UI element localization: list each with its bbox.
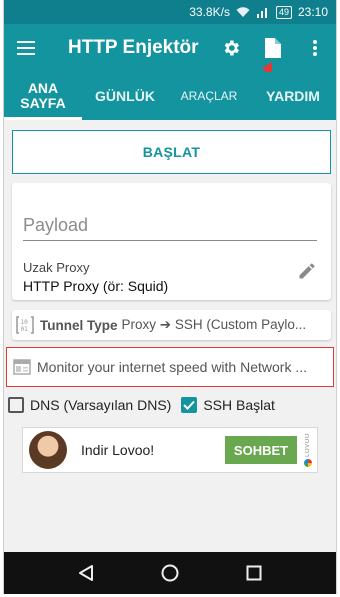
tunnel-type-value: Proxy ➔ SSH (Custom Paylo...: [121, 317, 307, 332]
more-vert-icon[interactable]: [294, 24, 336, 72]
lovoo-logo: LOVOO: [303, 428, 313, 472]
tab-ana-sayfa[interactable]: ANA SAYFA: [4, 72, 82, 120]
tab-gunluk[interactable]: GÜNLÜK: [82, 72, 168, 120]
wifi-icon: [236, 6, 250, 18]
dns-checkbox[interactable]: DNS (Varsayılan DNS): [8, 397, 171, 413]
svg-text:10: 10: [21, 319, 29, 326]
checkbox-checked-icon: [181, 397, 198, 413]
start-button[interactable]: BAŞLAT: [12, 130, 331, 174]
proxy-label: Uzak Proxy: [23, 260, 90, 275]
ad-text: Indir Lovoo!: [81, 442, 155, 458]
tunnel-type-selector[interactable]: 10 01 Tunnel Type Proxy ➔ SSH (Custom Pay…: [12, 310, 331, 340]
phone-screen: 33.8K/s 49 23:10 HTTP Enjektör ANA SAYFA…: [0, 0, 340, 597]
tab-label: SAYFA: [20, 95, 66, 111]
ssh-checkbox[interactable]: SSH Başlat: [181, 397, 275, 413]
banner-icon: [13, 359, 31, 375]
ssh-label: SSH Başlat: [203, 397, 275, 413]
svg-text:01: 01: [21, 326, 29, 333]
tab-araclar[interactable]: ARAÇLAR: [168, 72, 250, 120]
tab-label: ANA: [27, 80, 59, 96]
payload-placeholder: Payload: [23, 215, 89, 235]
menu-icon[interactable]: [4, 24, 48, 72]
options-row: DNS (Varsayılan DNS) SSH Başlat: [8, 394, 328, 416]
tab-label: GÜNLÜK: [95, 87, 155, 104]
tunnel-type-label: Tunnel Type: [40, 317, 118, 333]
ad-banner[interactable]: Monitor your internet speed with Network…: [6, 347, 334, 387]
lovoo-logo-icon: [304, 458, 312, 467]
system-nav-bar: [4, 552, 336, 594]
banner-text: Monitor your internet speed with Network…: [37, 359, 308, 375]
tab-label: YARDIM: [266, 87, 320, 104]
tab-yardim[interactable]: YARDIM: [250, 72, 336, 120]
config-card: Payload Uzak Proxy HTTP Proxy (ör: Squid…: [12, 183, 331, 300]
sohbet-button[interactable]: SOHBET: [225, 436, 297, 464]
proxy-value[interactable]: HTTP Proxy (ör: Squid): [23, 278, 168, 294]
tab-bar: ANA SAYFA GÜNLÜK ARAÇLAR YARDIM: [4, 72, 336, 120]
status-bar: 33.8K/s 49 23:10: [4, 0, 336, 24]
recents-icon[interactable]: [243, 562, 265, 584]
app-bar: HTTP Enjektör: [4, 24, 336, 72]
lovoo-brand: LOVOO: [305, 433, 311, 457]
back-icon[interactable]: [75, 562, 97, 584]
checkbox-unchecked-icon: [8, 397, 24, 413]
binary-icon: 10 01: [16, 315, 34, 335]
clock: 23:10: [297, 5, 328, 19]
payload-input[interactable]: Payload: [23, 215, 317, 241]
battery-icon: 49: [275, 5, 292, 19]
home-icon[interactable]: [159, 562, 181, 584]
dns-label: DNS (Varsayılan DNS): [30, 397, 172, 413]
lovoo-ad[interactable]: Indir Lovoo! SOHBET LOVOO: [22, 427, 318, 473]
gear-icon[interactable]: [210, 24, 252, 72]
main-content: BAŞLAT Payload Uzak Proxy HTTP Proxy (ör…: [4, 120, 336, 552]
tab-label: ARAÇLAR: [180, 88, 238, 103]
network-speed: 33.8K/s: [189, 5, 230, 19]
signal-icon: [256, 6, 270, 18]
avatar: [29, 431, 67, 469]
app-title: HTTP Enjektör: [68, 37, 199, 58]
edit-pencil-icon[interactable]: [297, 261, 317, 281]
